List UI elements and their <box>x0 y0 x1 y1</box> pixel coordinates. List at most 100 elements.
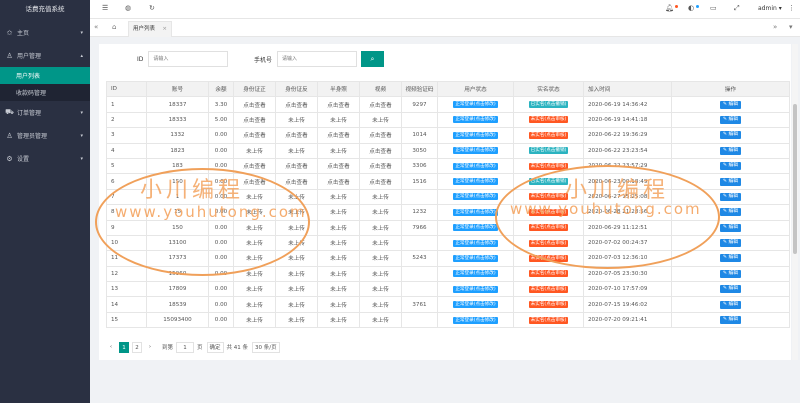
real-name-tag[interactable]: 未实名(点击审核) <box>528 116 569 124</box>
cell-id-back[interactable]: 未上传 <box>275 111 318 129</box>
cell-video[interactable]: 未上传 <box>359 250 402 267</box>
user-status-tag[interactable]: 正常登录(点击修改) <box>453 285 498 293</box>
cell-id-front[interactable]: 未上传 <box>233 142 276 159</box>
user-status-tag[interactable]: 正常登录(点击修改) <box>453 239 498 247</box>
cell-id-back[interactable]: 未上传 <box>275 142 318 159</box>
user-status-tag[interactable]: 正常登录(点击修改) <box>453 116 498 124</box>
user-status-tag[interactable]: 正常登录(点击修改) <box>453 193 498 201</box>
admin-user-menu[interactable]: admin ▾ <box>758 5 782 12</box>
cell-id-back[interactable]: 未上传 <box>275 250 318 267</box>
edit-button[interactable]: ✎ 编辑 <box>719 239 742 248</box>
cell-id-back[interactable]: 未上传 <box>275 188 318 206</box>
user-status-tag[interactable]: 正常登录(点击修改) <box>453 147 498 155</box>
fullscreen-icon[interactable]: ⤢ <box>734 4 740 13</box>
home-icon[interactable]: ⌂ <box>112 23 116 31</box>
tab-menu-icon[interactable]: ▾ <box>789 23 793 31</box>
close-icon[interactable]: × <box>162 22 167 36</box>
cell-half-photo[interactable]: 未上传 <box>317 204 360 221</box>
cell-id-back[interactable]: 点击查看 <box>275 173 318 190</box>
phone-input[interactable] <box>277 51 358 67</box>
cell-half-photo[interactable]: 点击查看 <box>317 127 360 144</box>
real-name-tag[interactable]: 未实名(点击审核) <box>528 239 569 247</box>
pager-page-1[interactable]: 1 <box>119 341 129 353</box>
sidebar-item-admins[interactable]: ♙ 管理员管理 ▾ <box>0 124 90 147</box>
cell-video[interactable]: 未上传 <box>359 204 402 221</box>
cell-id-back[interactable]: 点击查看 <box>275 157 318 175</box>
col-account[interactable]: 账号 <box>146 80 209 98</box>
col-video-code[interactable]: 视频验证码 <box>401 80 438 98</box>
cell-half-photo[interactable]: 未上传 <box>317 111 360 129</box>
user-status-tag[interactable]: 正常登录(点击修改) <box>453 162 498 170</box>
cell-video[interactable]: 未上传 <box>359 311 402 329</box>
sidebar-subitem-payment-code[interactable]: 收款码管理 <box>0 84 90 101</box>
real-name-tag[interactable]: 未实名(点击审核) <box>528 285 569 293</box>
cell-id-back[interactable]: 未上传 <box>275 296 318 313</box>
cell-id-front[interactable]: 点击查看 <box>233 157 276 175</box>
cell-id-back[interactable]: 未上传 <box>275 281 318 298</box>
real-name-tag[interactable]: 未实名(点击审核) <box>528 193 569 201</box>
user-status-tag[interactable]: 正常登录(点击修改) <box>453 254 498 262</box>
content-scrollbar[interactable] <box>792 44 798 360</box>
cell-id-front[interactable]: 未上传 <box>233 204 276 221</box>
cell-half-photo[interactable]: 未上传 <box>317 311 360 329</box>
user-status-tag[interactable]: 正常登录(点击修改) <box>453 101 498 109</box>
cell-video[interactable]: 未上传 <box>359 111 402 129</box>
edit-button[interactable]: ✎ 编辑 <box>719 162 742 171</box>
cell-id-front[interactable]: 未上传 <box>233 250 276 267</box>
user-status-tag[interactable]: 正常登录(点击修改) <box>453 208 498 216</box>
cell-video[interactable]: 未上传 <box>359 281 402 298</box>
user-status-tag[interactable]: 正常登录(点击修改) <box>453 301 498 309</box>
cell-id-front[interactable]: 点击查看 <box>233 96 276 113</box>
col-user-status[interactable]: 用户状态 <box>437 80 514 98</box>
cell-id-front[interactable]: 未上传 <box>233 296 276 313</box>
edit-button[interactable]: ✎ 编辑 <box>719 115 742 124</box>
cell-video[interactable]: 未上传 <box>359 296 402 313</box>
cell-id-front[interactable]: 未上传 <box>233 234 276 252</box>
cell-id-back[interactable]: 未上传 <box>275 204 318 221</box>
cell-half-photo[interactable]: 未上传 <box>317 250 360 267</box>
real-name-tag[interactable]: 未实名(点击审核) <box>528 208 569 216</box>
cell-id-back[interactable]: 未上传 <box>275 311 318 329</box>
cell-video[interactable]: 点击查看 <box>359 96 402 113</box>
cell-id-front[interactable]: 未上传 <box>233 188 276 206</box>
tab-scroll-left-icon[interactable]: « <box>94 23 98 31</box>
cell-half-photo[interactable]: 点击查看 <box>317 96 360 113</box>
note-icon[interactable]: ▭ <box>710 4 717 12</box>
pager-page-input[interactable]: 1 <box>176 341 195 353</box>
theme-icon[interactable]: ◐ <box>688 4 694 12</box>
pager-size-select[interactable]: 30 条/页 <box>252 341 280 353</box>
edit-button[interactable]: ✎ 编辑 <box>719 285 742 294</box>
edit-button[interactable]: ✎ 编辑 <box>719 269 742 278</box>
cell-id-back[interactable]: 未上传 <box>275 219 318 236</box>
cell-video[interactable]: 未上传 <box>359 219 402 236</box>
real-name-tag[interactable]: 未实名(点击审核) <box>528 270 569 278</box>
real-name-tag[interactable]: 未实名(点击审核) <box>528 131 569 139</box>
cell-video[interactable]: 点击查看 <box>359 142 402 159</box>
cell-id-front[interactable]: 未上传 <box>233 219 276 236</box>
pager-page-2[interactable]: 2 <box>132 341 142 353</box>
real-name-tag[interactable]: 已实名(点击撤销) <box>528 147 569 155</box>
real-name-tag[interactable]: 已实名(点击撤销) <box>528 101 569 109</box>
pager-prev[interactable]: ‹ <box>106 342 116 353</box>
cell-half-photo[interactable]: 未上传 <box>317 281 360 298</box>
edit-button[interactable]: ✎ 编辑 <box>719 100 742 109</box>
bell-icon[interactable]: 🔔︎ <box>665 4 674 12</box>
cell-id-front[interactable]: 点击查看 <box>233 173 276 190</box>
col-video[interactable]: 视频 <box>359 80 402 98</box>
edit-button[interactable]: ✎ 编辑 <box>719 146 742 155</box>
cell-video[interactable]: 未上传 <box>359 265 402 283</box>
cell-id-back[interactable]: 未上传 <box>275 265 318 283</box>
cell-video[interactable]: 未上传 <box>359 234 402 252</box>
cell-id-back[interactable]: 点击查看 <box>275 96 318 113</box>
edit-button[interactable]: ✎ 编辑 <box>719 177 742 186</box>
edit-button[interactable]: ✎ 编辑 <box>719 223 742 232</box>
cell-half-photo[interactable]: 未上传 <box>317 265 360 283</box>
user-status-tag[interactable]: 正常登录(点击修改) <box>453 270 498 278</box>
real-name-tag[interactable]: 未实名(点击审核) <box>528 301 569 309</box>
user-status-tag[interactable]: 正常登录(点击修改) <box>453 178 498 186</box>
edit-button[interactable]: ✎ 编辑 <box>719 300 742 309</box>
tab-user-list[interactable]: 用户列表 × <box>128 21 172 37</box>
cell-id-front[interactable]: 未上传 <box>233 281 276 298</box>
cell-half-photo[interactable]: 未上传 <box>317 219 360 236</box>
cell-id-front[interactable]: 点击查看 <box>233 127 276 144</box>
